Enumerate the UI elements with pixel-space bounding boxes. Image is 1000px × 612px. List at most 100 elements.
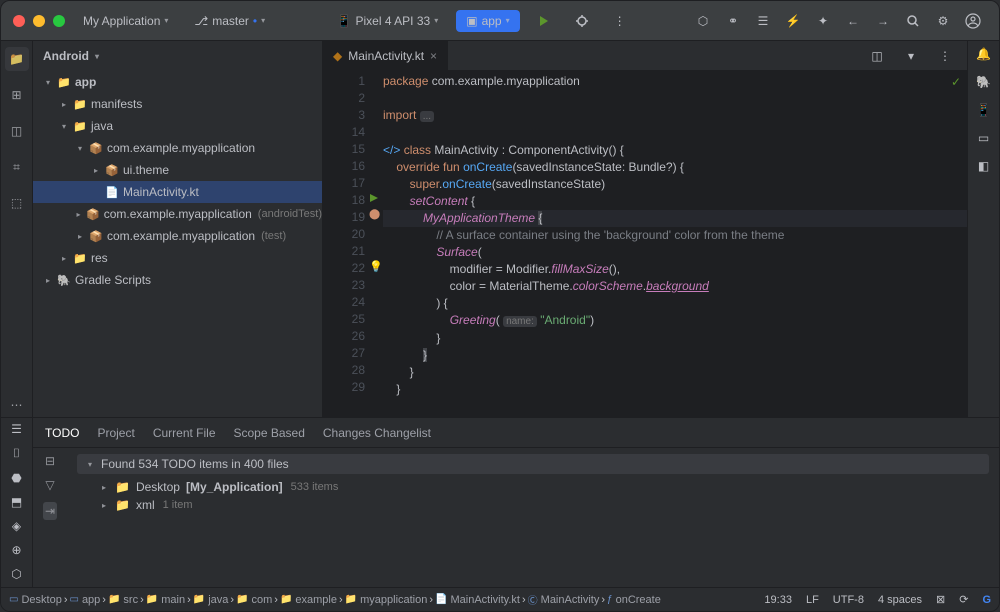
split-editor-icon[interactable]: ◫	[863, 42, 891, 70]
branch-icon: ⎇	[194, 14, 208, 28]
bookmarks-icon[interactable]: ◫	[5, 119, 29, 143]
file-encoding[interactable]: UTF-8	[833, 594, 864, 606]
tree-row[interactable]: ▸📦ui.theme	[33, 159, 322, 181]
breadcrumbs[interactable]: ▭ Desktop›▭ app›📁 src›📁 main›📁 java›📁 co…	[9, 592, 661, 607]
run-button[interactable]	[530, 7, 558, 35]
tree-row[interactable]: ▸📦com.example.myapplication(androidTest)	[33, 203, 322, 225]
device-name: Pixel 4 API 33	[355, 14, 430, 28]
project-selector[interactable]: My Application ▾	[75, 10, 176, 32]
todo-tab[interactable]: Changes Changelist	[323, 426, 431, 440]
close-window[interactable]	[13, 15, 25, 27]
code-content[interactable]: package com.example.myapplication import…	[379, 71, 967, 417]
settings-icon[interactable]: ⚙	[929, 7, 957, 35]
notifications-icon[interactable]: 🔔	[976, 47, 991, 61]
breadcrumb-item[interactable]: 📁 myapplication	[345, 594, 428, 606]
tree-row[interactable]: ▸📁res	[33, 247, 322, 269]
indent-config[interactable]: 4 spaces	[878, 594, 922, 606]
build-icon[interactable]: ⬡	[689, 7, 717, 35]
expand-all-icon[interactable]: ⊟	[45, 454, 55, 468]
project-tree[interactable]: ▾📁app▸📁manifests▾📁java▾📦com.example.myap…	[33, 71, 322, 417]
line-separator[interactable]: LF	[806, 594, 819, 606]
profiler-icon[interactable]: ⚡	[779, 7, 807, 35]
bulb-gutter-icon[interactable]: 💡	[369, 260, 383, 273]
todo-rail-icon[interactable]: ☰	[11, 422, 22, 436]
account-icon[interactable]	[959, 7, 987, 35]
filter-icon[interactable]: ▽	[45, 478, 54, 492]
code-editor[interactable]: 12314151617181920212223242526272829 pack…	[323, 71, 967, 417]
editor-more-icon[interactable]: ⋮	[931, 42, 959, 70]
todo-row[interactable]: ▸📁Desktop [My_Application] 533 items	[77, 478, 989, 496]
branch-dot-icon: •	[253, 14, 257, 28]
tool-icon[interactable]: ☰	[749, 7, 777, 35]
vcs-branch[interactable]: ⎇ master • ▾	[186, 10, 273, 32]
tree-row[interactable]: ▾📦com.example.myapplication	[33, 137, 322, 159]
breadcrumb-item[interactable]: ƒ onCreate	[607, 594, 661, 606]
breadcrumb-item[interactable]: ▭ app	[69, 594, 100, 606]
more-tools-icon[interactable]: ⋯	[5, 393, 29, 417]
autoscroll-icon[interactable]: ⇥	[43, 502, 57, 520]
breadcrumb-item[interactable]: 📄 MainActivity.kt	[435, 594, 520, 606]
device-selector[interactable]: 📱 Pixel 4 API 33 ▾	[329, 10, 447, 32]
todo-summary[interactable]: ▾ Found 534 TODO items in 400 files	[77, 454, 989, 474]
forward-icon[interactable]: →	[869, 7, 897, 35]
maximize-window[interactable]	[53, 15, 65, 27]
minimize-window[interactable]	[33, 15, 45, 27]
tree-row[interactable]: ▸📁manifests	[33, 93, 322, 115]
chevron-down-icon: ▾	[261, 16, 265, 25]
vcs-rail-icon[interactable]: ⊕	[11, 543, 21, 557]
run-gutter-icon[interactable]	[369, 193, 379, 203]
emulator-icon[interactable]: ▭	[978, 131, 989, 145]
breadcrumb-item[interactable]: 📁 example	[280, 594, 337, 606]
analysis-ok-icon[interactable]: ✓	[951, 75, 961, 89]
sync-icon[interactable]: ⟳	[959, 593, 968, 606]
todo-tab[interactable]: Current File	[153, 426, 216, 440]
breadcrumb-item[interactable]: 📁 java	[193, 594, 229, 606]
problems-rail-icon[interactable]: ⬣	[11, 471, 21, 485]
tree-row[interactable]: ▾📁app	[33, 71, 322, 93]
structure-icon[interactable]: ⌗	[5, 155, 29, 179]
editor-options-icon[interactable]: ▾	[897, 42, 925, 70]
todo-tree[interactable]: ▾ Found 534 TODO items in 400 files ▸📁De…	[67, 448, 999, 587]
device-manager-icon[interactable]: 📱	[976, 103, 991, 117]
editor-tab[interactable]: ◆ MainActivity.kt ×	[323, 41, 448, 70]
todo-tab[interactable]: TODO	[45, 426, 79, 440]
android-icon: ▣	[466, 14, 477, 28]
breadcrumb-item[interactable]: 📁 com	[236, 594, 272, 606]
close-tab-icon[interactable]: ×	[430, 49, 437, 63]
tree-row[interactable]: 📄MainActivity.kt	[33, 181, 322, 203]
window-controls	[13, 15, 65, 27]
layout-inspector-icon[interactable]: ◧	[978, 159, 989, 173]
run-config-selector[interactable]: ▣ app ▾	[456, 10, 519, 32]
override-gutter-icon[interactable]: ⬤	[369, 209, 380, 220]
breadcrumb-item[interactable]: Ⓒ MainActivity	[528, 592, 600, 607]
todo-row[interactable]: ▸📁xml 1 item	[77, 496, 989, 514]
search-icon[interactable]	[899, 7, 927, 35]
todo-tab[interactable]: Project	[97, 426, 134, 440]
debug-button[interactable]	[568, 7, 596, 35]
build-variants-icon[interactable]: ⬚	[5, 191, 29, 215]
terminal-rail-icon[interactable]: ⌷	[13, 446, 20, 461]
caret-position[interactable]: 19:33	[764, 594, 792, 606]
project-view-selector[interactable]: Android ▾	[33, 41, 322, 71]
code-with-me-icon[interactable]: ⚭	[719, 7, 747, 35]
more-actions[interactable]: ⋮	[606, 7, 634, 35]
tree-row[interactable]: ▸🐘Gradle Scripts	[33, 269, 322, 291]
google-account-icon[interactable]: G	[982, 594, 991, 606]
breadcrumb-item[interactable]: ▭ Desktop	[9, 594, 62, 606]
tree-row[interactable]: ▾📁java	[33, 115, 322, 137]
breadcrumb-item[interactable]: 📁 src	[108, 594, 138, 606]
project-tool-icon[interactable]: 📁	[5, 47, 29, 71]
tree-row[interactable]: ▸📦com.example.myapplication(test)	[33, 225, 322, 247]
app-quality-icon[interactable]: ✦	[809, 7, 837, 35]
tab-label: MainActivity.kt	[348, 49, 424, 63]
resource-manager-icon[interactable]: ⊞	[5, 83, 29, 107]
logcat-rail-icon[interactable]: ⬒	[11, 495, 22, 509]
build-rail-icon[interactable]: ⬡	[11, 567, 21, 581]
gradle-icon[interactable]: 🐘	[976, 75, 991, 89]
todo-tab[interactable]: Scope Based	[234, 426, 305, 440]
services-rail-icon[interactable]: ◈	[12, 519, 21, 533]
back-icon[interactable]: ←	[839, 7, 867, 35]
readonly-toggle-icon[interactable]: ⊠	[936, 593, 945, 606]
right-tool-rail: 🔔 🐘 📱 ▭ ◧	[967, 41, 999, 417]
breadcrumb-item[interactable]: 📁 main	[146, 594, 185, 606]
